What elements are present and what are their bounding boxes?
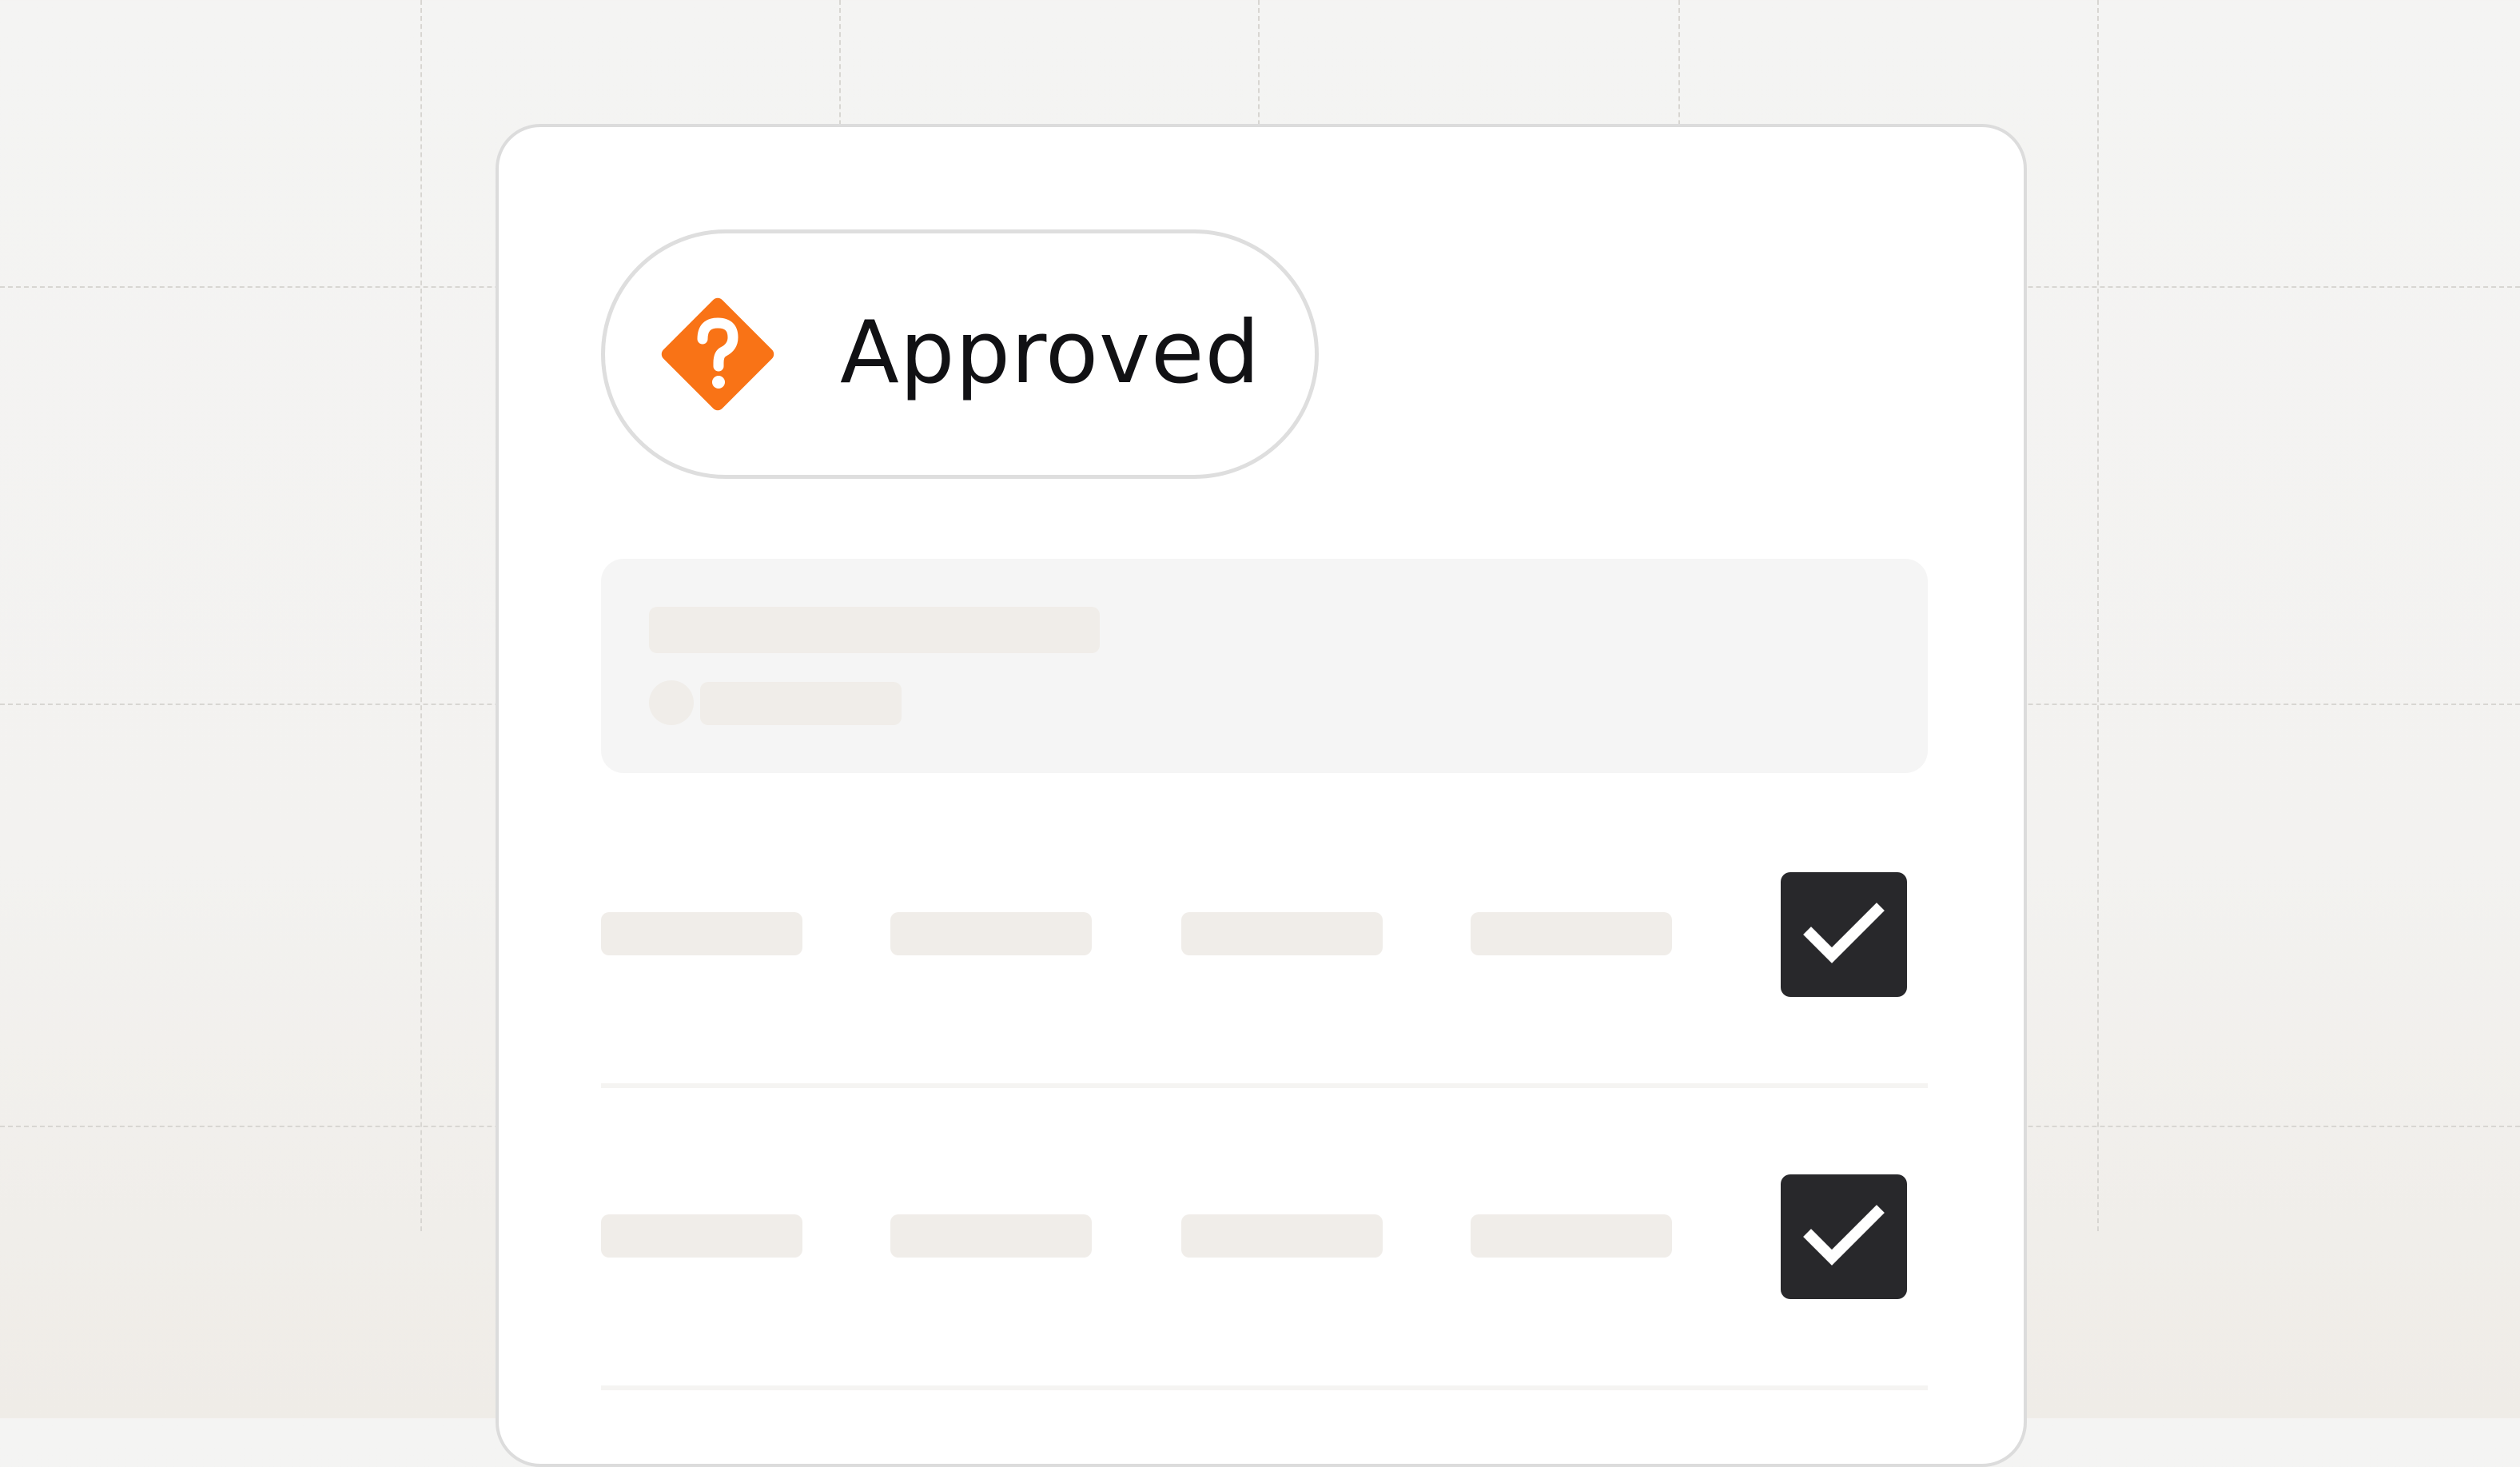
summary-skeleton bbox=[601, 559, 1928, 773]
title-placeholder bbox=[649, 607, 1100, 653]
cell-placeholder bbox=[601, 912, 802, 955]
cell-placeholder bbox=[1181, 1214, 1383, 1258]
cell-placeholder bbox=[601, 1214, 802, 1258]
review-card: Approved bbox=[496, 124, 2027, 1467]
row-checkbox[interactable] bbox=[1781, 872, 1907, 997]
status-badge-label: Approved bbox=[840, 303, 1261, 403]
row-checkbox[interactable] bbox=[1781, 1174, 1907, 1299]
table-row bbox=[601, 871, 1928, 999]
table-row bbox=[601, 1173, 1928, 1301]
cell-placeholder bbox=[1471, 1214, 1672, 1258]
avatar-placeholder bbox=[649, 680, 694, 725]
row-divider bbox=[601, 1385, 1928, 1390]
status-badge[interactable]: Approved bbox=[601, 229, 1319, 479]
question-diamond-icon bbox=[661, 297, 774, 411]
cell-placeholder bbox=[890, 1214, 1092, 1258]
checkmark-icon bbox=[1803, 1205, 1885, 1266]
subtitle-placeholder bbox=[700, 682, 902, 725]
cell-placeholder bbox=[1471, 912, 1672, 955]
grid-line bbox=[420, 0, 422, 1231]
grid-line bbox=[2097, 0, 2099, 1231]
row-divider bbox=[601, 1083, 1928, 1088]
cell-placeholder bbox=[1181, 912, 1383, 955]
cell-placeholder bbox=[890, 912, 1092, 955]
checkmark-icon bbox=[1803, 903, 1885, 963]
